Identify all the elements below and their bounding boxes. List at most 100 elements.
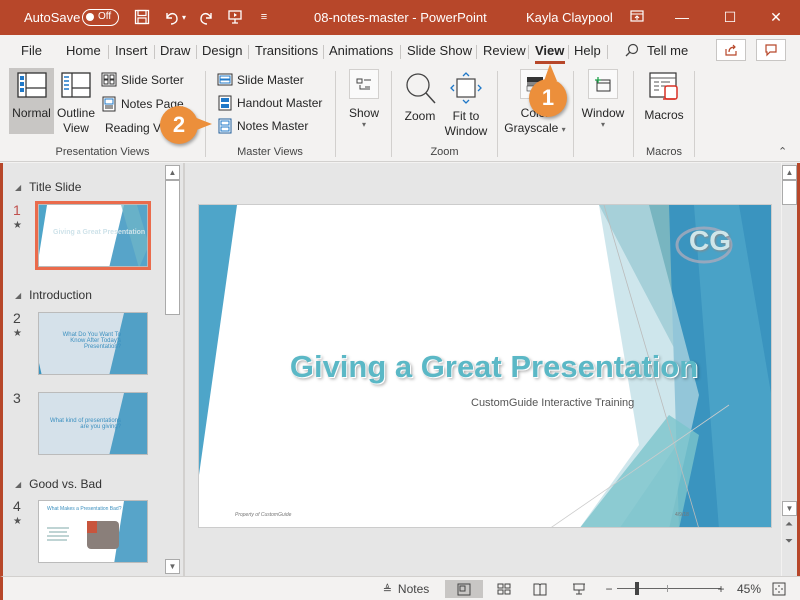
section-name: Introduction: [29, 288, 92, 302]
handout-master-button[interactable]: Handout Master: [217, 95, 322, 111]
customize-qat-icon[interactable]: ≡: [255, 8, 273, 26]
zoom-in-button[interactable]: +: [715, 580, 727, 598]
slide-thumbnail-4[interactable]: What Makes a Presentation Bad?: [38, 500, 148, 563]
normal-view-button[interactable]: Normal: [9, 72, 54, 120]
user-name[interactable]: Kayla Claypool: [526, 10, 613, 25]
tab-draw[interactable]: Draw: [160, 43, 190, 58]
scroll-up-button[interactable]: ▲: [165, 165, 180, 180]
start-slideshow-icon[interactable]: [226, 8, 244, 26]
slide-sorter-button[interactable]: Slide Sorter: [101, 72, 184, 87]
share-button[interactable]: [716, 39, 746, 61]
section-introduction[interactable]: ◢ Introduction: [15, 288, 92, 302]
collapse-section-icon[interactable]: ◢: [15, 183, 21, 192]
reading-view-button[interactable]: Reading View: [101, 120, 163, 135]
tab-view[interactable]: View: [535, 43, 564, 58]
tell-me-search[interactable]: Tell me: [625, 43, 688, 58]
redo-icon[interactable]: [197, 8, 215, 26]
scroll-down-button[interactable]: ▼: [782, 501, 797, 516]
app-name: PowerPoint: [420, 10, 487, 25]
scroll-thumb[interactable]: [782, 180, 797, 205]
handout-master-label: Handout Master: [237, 96, 323, 110]
minimize-icon[interactable]: —: [668, 5, 696, 29]
notes-toggle-button[interactable]: ≜ Notes: [378, 580, 434, 598]
outline-view-button[interactable]: Outline View: [55, 72, 97, 136]
tab-help[interactable]: Help: [574, 43, 601, 58]
tab-slide-show[interactable]: Slide Show: [407, 43, 472, 58]
zoom-slider-center-tick: [667, 585, 668, 592]
next-slide-icon[interactable]: ⏷: [785, 536, 793, 547]
tab-transitions[interactable]: Transitions: [255, 43, 318, 58]
show-dropdown-icon: ▾: [361, 120, 366, 129]
slides-pane-scrollbar[interactable]: ▲ ▼: [165, 165, 180, 574]
slide-master-button[interactable]: Slide Master: [217, 72, 304, 87]
slide-show-status-button[interactable]: [566, 580, 592, 598]
editor-scrollbar[interactable]: ▲ ▼ ⏶ ⏷: [782, 163, 797, 576]
window-button[interactable]: Window ▾: [580, 69, 626, 129]
tab-file[interactable]: File: [21, 43, 42, 58]
show-button[interactable]: Show ▾: [344, 69, 384, 129]
close-icon[interactable]: ✕: [762, 5, 790, 29]
comment-icon: [765, 44, 777, 57]
scroll-up-button[interactable]: ▲: [782, 165, 797, 180]
maximize-icon[interactable]: ☐: [716, 5, 744, 29]
notes-icon: ≜: [382, 583, 392, 596]
slide-subtitle[interactable]: CustomGuide Interactive Training: [471, 397, 634, 409]
normal-view-status-button[interactable]: [445, 580, 483, 598]
tab-animations[interactable]: Animations: [329, 43, 393, 58]
current-slide[interactable]: CG Giving a Great Presentation CustomGui…: [198, 204, 772, 528]
tab-review[interactable]: Review: [483, 43, 526, 58]
scroll-down-button[interactable]: ▼: [165, 559, 180, 574]
notes-label: Notes: [397, 582, 430, 596]
save-icon[interactable]: [133, 8, 151, 26]
tab-home[interactable]: Home: [66, 43, 101, 58]
handout-master-icon: [218, 95, 232, 111]
zoom-slider-track[interactable]: [617, 588, 721, 589]
slide-thumbnail-2[interactable]: What Do You Want To Know After Today's P…: [38, 312, 148, 375]
tab-design[interactable]: Design: [202, 43, 242, 58]
customguide-logo: CG: [689, 225, 731, 256]
slide-title[interactable]: Giving a Great Presentation: [199, 349, 771, 385]
fit-to-window-button[interactable]: Fit to Window: [441, 71, 491, 139]
section-title-slide[interactable]: ◢ Title Slide: [15, 180, 81, 194]
ribbon-display-options-icon[interactable]: [623, 5, 651, 29]
slide-sorter-status-button[interactable]: [491, 580, 517, 598]
collapse-section-icon[interactable]: ◢: [15, 291, 21, 300]
collapse-section-icon[interactable]: ◢: [15, 480, 21, 489]
tab-divider: [108, 45, 109, 59]
tab-divider: [528, 45, 529, 59]
fit-to-window-label: Fit to Window: [441, 109, 491, 139]
notes-master-icon: [218, 118, 232, 134]
comments-button[interactable]: [756, 39, 786, 61]
slide-thumbnail-3[interactable]: What kind of presentations are you givin…: [38, 392, 148, 455]
zoom-group-label: Zoom: [430, 146, 459, 158]
tab-divider: [154, 45, 155, 59]
section-name: Title Slide: [29, 180, 82, 194]
tab-insert[interactable]: Insert: [115, 43, 148, 58]
scroll-thumb[interactable]: [165, 180, 180, 315]
section-name: Good vs. Bad: [29, 477, 102, 491]
notes-master-button[interactable]: Notes Master: [217, 118, 308, 134]
macros-icon: [649, 72, 678, 100]
zoom-level[interactable]: 45%: [733, 580, 765, 598]
macros-label: Macros: [644, 108, 684, 122]
undo-dropdown-icon[interactable]: ▾: [180, 8, 188, 26]
reading-view-icon: [533, 583, 547, 595]
fit-slide-button[interactable]: [769, 580, 789, 598]
zoom-icon: [406, 73, 436, 104]
thumb-title: What Do You Want To Know After Today's P…: [62, 332, 121, 350]
previous-slide-icon[interactable]: ⏶: [785, 519, 793, 530]
tab-divider: [196, 45, 197, 59]
undo-icon[interactable]: [163, 8, 181, 26]
macros-button[interactable]: Macros: [640, 71, 688, 122]
autosave-toggle[interactable]: Off: [82, 9, 119, 26]
show-label: Show: [348, 106, 380, 120]
zoom-button[interactable]: Zoom: [400, 71, 440, 123]
section-good-vs-bad[interactable]: ◢ Good vs. Bad: [15, 477, 102, 491]
slide-thumbnail-1[interactable]: Giving a Great Presentation: [35, 201, 151, 270]
collapse-ribbon-icon[interactable]: ⌃: [778, 145, 787, 158]
presentation-views-group-label: Presentation Views: [55, 146, 150, 158]
reading-view-status-button[interactable]: [527, 580, 553, 598]
master-views-group-label: Master Views: [237, 146, 303, 158]
zoom-slider-thumb[interactable]: [635, 582, 640, 595]
zoom-out-button[interactable]: −: [603, 580, 615, 598]
